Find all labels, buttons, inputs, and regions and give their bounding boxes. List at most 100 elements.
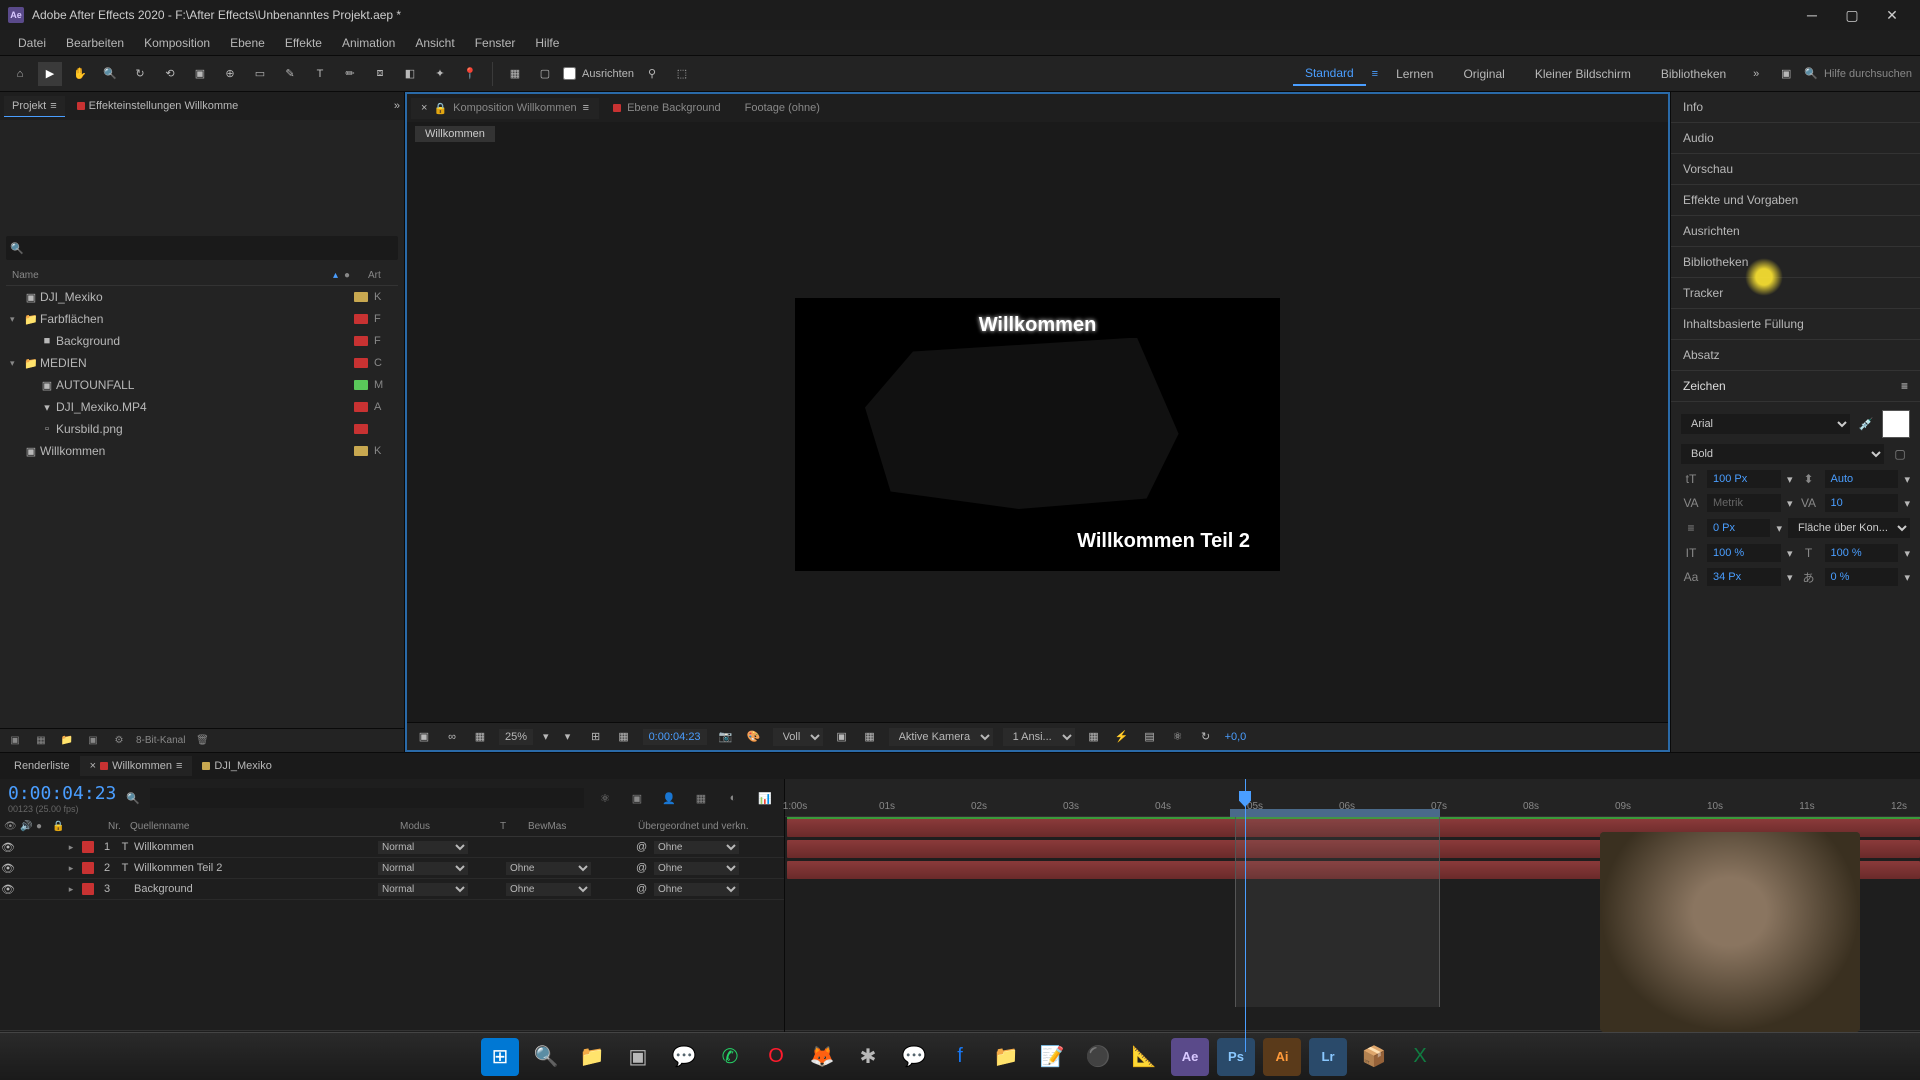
col-tag[interactable]: ● [344,270,368,281]
zoom-select[interactable]: 25% [499,729,533,745]
workspace-bibliotheken[interactable]: Bibliotheken [1649,63,1738,85]
dropdown-icon[interactable]: ▾ [1904,571,1910,584]
tb-ae[interactable]: Ae [1171,1038,1209,1076]
fill-color-swatch[interactable] [1882,410,1910,438]
maximize-button[interactable]: ▢ [1832,0,1872,30]
menu-hilfe[interactable]: Hilfe [525,32,569,54]
parent-select[interactable]: Ohne [654,862,739,875]
label-tag[interactable] [354,446,368,456]
camera-select[interactable]: Aktive Kamera [889,728,993,746]
workspace-lernen[interactable]: Lernen [1384,63,1445,85]
clone-tool[interactable]: ⧈ [368,62,392,86]
label-tag[interactable] [354,402,368,412]
close-tab-icon[interactable]: × [421,102,427,114]
tb-firefox[interactable]: 🦊 [803,1038,841,1076]
label-tag[interactable] [354,380,368,390]
tree-row[interactable]: ▾ 📁 Farbflächen F [6,308,398,330]
font-family-select[interactable]: Arial [1681,414,1850,434]
bit-depth[interactable]: 8-Bit-Kanal [136,735,185,746]
dropdown-icon[interactable]: ▾ [1776,522,1782,535]
col-nr[interactable]: Nr. [104,821,126,832]
tree-row[interactable]: ▣ DJI_Mexiko K [6,286,398,308]
puppet-tool[interactable]: 📍 [458,62,482,86]
workspace-original[interactable]: Original [1451,63,1516,85]
layer-tag[interactable] [82,841,94,853]
label-tag[interactable] [354,358,368,368]
tb-ai[interactable]: Ai [1263,1038,1301,1076]
panel-vorschau[interactable]: Vorschau [1671,154,1920,185]
close-tab-icon[interactable]: × [90,760,96,772]
menu-effekte[interactable]: Effekte [275,32,332,54]
parent-select[interactable]: Ohne [654,841,739,854]
camera-tool[interactable]: ▣ [188,62,212,86]
blend-mode-select[interactable]: Normal [378,862,468,875]
panel-menu-icon[interactable]: ≡ [1901,379,1908,393]
tree-row[interactable]: ■ Background F [6,330,398,352]
parent-select[interactable]: Ohne [654,883,739,896]
help-search[interactable]: 🔍 Hilfe durchsuchen [1804,67,1912,80]
eye-col-icon[interactable]: 👁 [0,821,16,832]
menu-bearbeiten[interactable]: Bearbeiten [56,32,134,54]
draft-3d-icon[interactable]: ▣ [626,787,648,809]
timeline-icon[interactable]: ▤ [1141,730,1159,743]
vscale-value[interactable]: 100 % [1707,544,1781,562]
dropdown-icon[interactable]: ▾ [1904,473,1910,486]
dropdown-icon[interactable]: ▾ [1904,497,1910,510]
tracking-value[interactable]: 10 [1825,494,1899,512]
tb-app2[interactable]: 📦 [1355,1038,1393,1076]
text-tool[interactable]: T [308,62,332,86]
col-bew[interactable]: BewMas [524,821,634,832]
tb-notes[interactable]: 📝 [1033,1038,1071,1076]
tree-row[interactable]: ▾ 📁 MEDIEN C [6,352,398,374]
exposure-value[interactable]: +0,0 [1225,731,1247,743]
dropdown-icon[interactable]: ▾ [1787,497,1793,510]
expand-icon[interactable]: ▾ [10,358,22,369]
timeline-layer-row[interactable]: 👁 ▸ 3 Background Normal Ohne @ Ohne [0,879,784,900]
visibility-toggle[interactable]: 👁 [0,862,16,875]
panel-zeichen[interactable]: Zeichen≡ [1671,371,1920,402]
col-art[interactable]: Art [368,270,398,281]
font-size-value[interactable]: 100 Px [1707,470,1781,488]
tb-editor[interactable]: 📐 [1125,1038,1163,1076]
timeline-layer-row[interactable]: 👁 ▸ 2 T Willkommen Teil 2 Normal Ohne @ … [0,858,784,879]
tab-menu-icon[interactable]: ≡ [583,102,589,114]
panel-fuellung[interactable]: Inhaltsbasierte Füllung [1671,309,1920,340]
panel-effekte[interactable]: Effekte und Vorgaben [1671,185,1920,216]
new-folder-icon[interactable]: 📁 [58,732,76,750]
panel-ausrichten[interactable]: Ausrichten [1671,216,1920,247]
col-name[interactable]: Name [6,270,333,281]
tl-tab-comp1[interactable]: × Willkommen ≡ [80,756,193,776]
stroke-mode-select[interactable]: Fläche über Kon... [1788,518,1910,538]
dropdown-icon[interactable]: ▾ [1787,547,1793,560]
tb-messenger[interactable]: 💬 [895,1038,933,1076]
tb-files[interactable]: 📁 [987,1038,1025,1076]
label-tag[interactable] [354,292,368,302]
roi-icon[interactable]: ▣ [833,730,851,743]
selection-tool[interactable]: ▶ [38,62,62,86]
label-tag[interactable] [354,314,368,324]
tb-start[interactable]: ⊞ [481,1038,519,1076]
search-tool[interactable]: ⬚ [670,62,694,86]
label-tag[interactable] [354,336,368,346]
tb-lr[interactable]: Lr [1309,1038,1347,1076]
solo-col-icon[interactable]: ● [32,821,48,832]
flowchart-icon[interactable]: ⚛ [1169,730,1187,743]
comp-mini-icon[interactable]: ⚛ [594,787,616,809]
menu-fenster[interactable]: Fenster [465,32,526,54]
tb-chat[interactable]: 💬 [665,1038,703,1076]
visibility-toggle[interactable]: 👁 [0,883,16,896]
tree-row[interactable]: ▣ AUTOUNFALL M [6,374,398,396]
guides-icon[interactable]: ▦ [615,730,633,743]
trkmat-select[interactable]: Ohne [506,883,591,896]
snap-checkbox[interactable] [563,67,576,80]
fast-preview-icon[interactable]: ⚡ [1113,730,1131,743]
audio-col-icon[interactable]: 🔊 [16,821,32,832]
playhead[interactable] [1245,779,1246,1052]
fill-swatch[interactable]: ▦ [503,62,527,86]
tb-facebook[interactable]: f [941,1038,979,1076]
parent-pick-icon[interactable]: @ [636,883,654,895]
col-parent[interactable]: Übergeordnet und verkn. [634,821,784,832]
resolution-select[interactable]: Voll [773,728,823,746]
label-tag[interactable] [354,424,368,434]
workspace-kleiner[interactable]: Kleiner Bildschirm [1523,63,1643,85]
